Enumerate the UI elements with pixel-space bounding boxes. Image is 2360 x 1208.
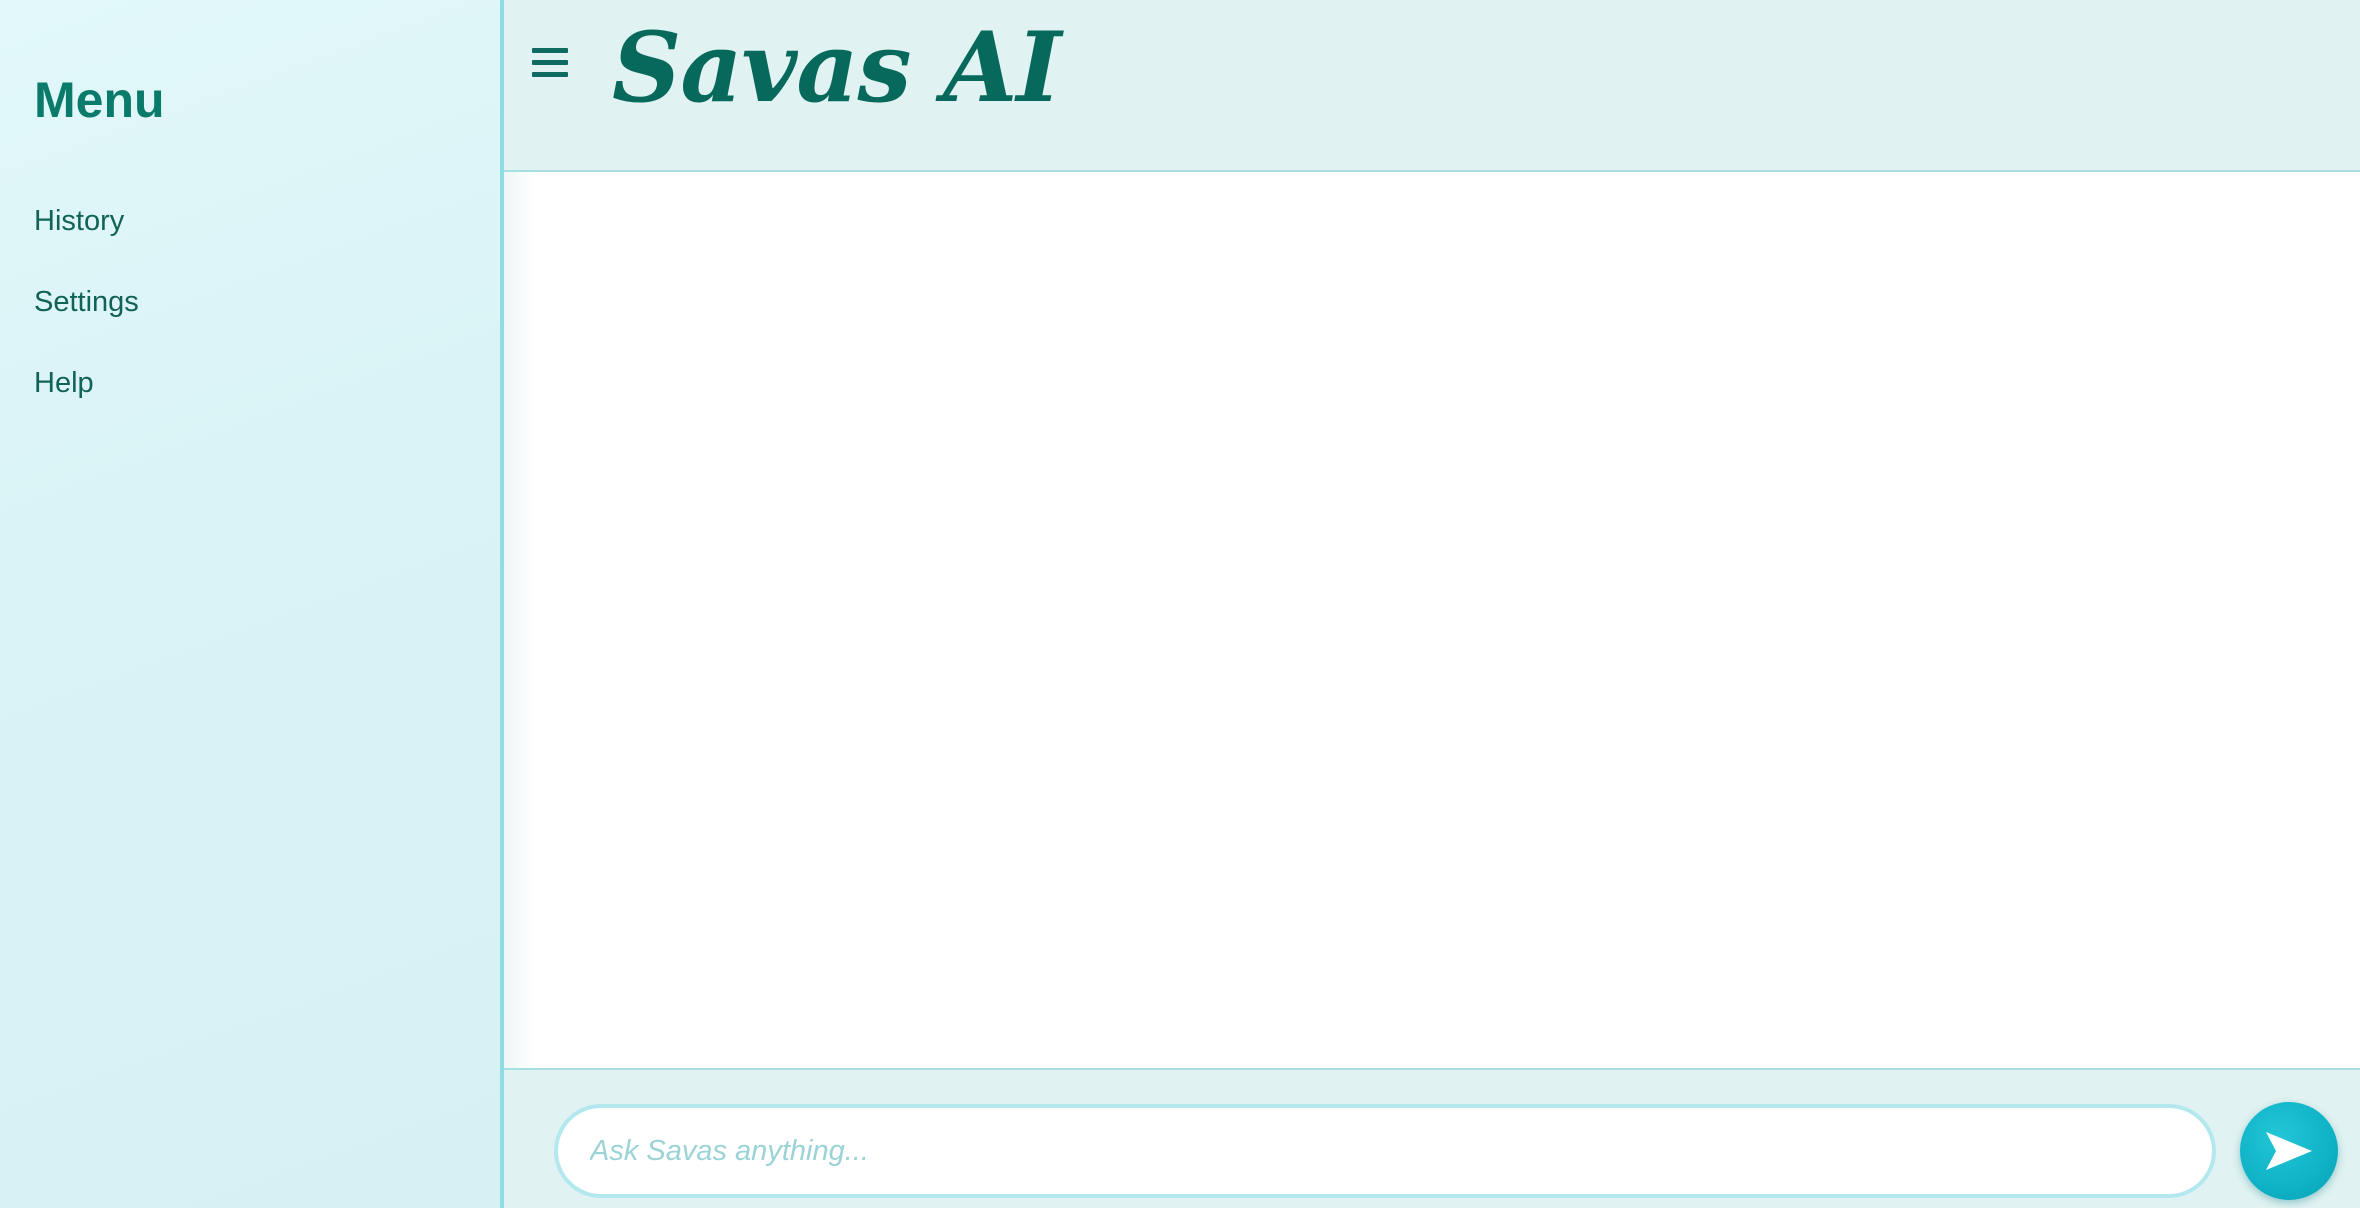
hamburger-menu-icon[interactable] <box>532 48 572 82</box>
paper-plane-send-icon <box>2266 1132 2312 1170</box>
sidebar-item-help[interactable]: Help <box>34 358 139 439</box>
sidebar: Menu History Settings Help <box>0 0 504 1208</box>
app-window: Menu History Settings Help Savas AI <box>0 0 2360 1208</box>
chat-input[interactable] <box>554 1104 2216 1198</box>
top-header: Savas AI <box>504 0 2360 172</box>
sidebar-nav: History Settings Help <box>34 196 139 439</box>
main-panel: Savas AI <box>504 0 2360 1208</box>
send-button[interactable] <box>2240 1102 2338 1200</box>
brand-logo: Savas AI <box>612 11 1061 124</box>
sidebar-title: Menu <box>34 72 165 128</box>
sidebar-item-history[interactable]: History <box>34 196 139 277</box>
composer-bar <box>504 1068 2360 1208</box>
sidebar-item-settings[interactable]: Settings <box>34 277 139 358</box>
chat-messages-area[interactable] <box>504 172 2360 1068</box>
